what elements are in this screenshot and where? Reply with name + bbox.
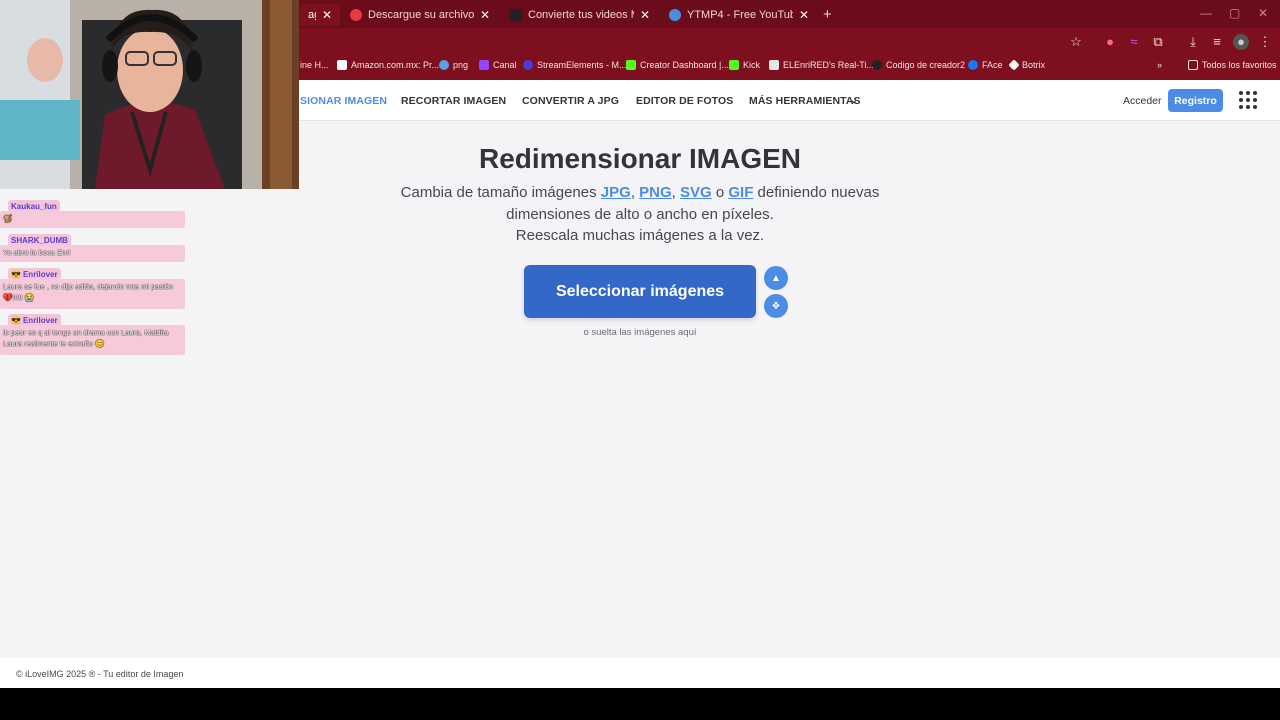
badge-icon: 😎	[11, 315, 21, 325]
close-icon[interactable]: ✕	[640, 8, 650, 22]
folder-icon	[1188, 60, 1198, 70]
chat-message: Laura se fue , no dijo adiós, dejando ro…	[0, 279, 185, 309]
format-link-jpg[interactable]: JPG	[601, 184, 631, 201]
download-icon[interactable]: ⤓	[1185, 34, 1201, 50]
reading-list-icon[interactable]: ≡	[1209, 34, 1225, 50]
taskbar	[0, 688, 1280, 720]
tab-descargue[interactable]: Descargue su archivo — Conve ✕	[342, 4, 498, 26]
badge-icon: 😎	[11, 269, 21, 279]
bookmark-item[interactable]: Canal	[479, 60, 517, 70]
tab-title: Descargue su archivo — Conve	[368, 9, 474, 21]
bookmark-item[interactable]: png	[439, 60, 468, 70]
close-icon[interactable]: ✕	[480, 8, 490, 22]
tab-active[interactable]: agen ✕	[300, 4, 340, 26]
profile-avatar[interactable]: ●	[1233, 34, 1249, 50]
select-images-button[interactable]: Seleccionar imágenes	[524, 265, 756, 318]
bookmark-item[interactable]: ine H...	[300, 60, 329, 70]
bookmark-item[interactable]: Kick	[729, 60, 760, 70]
bookmark-item[interactable]: ELEnriRED's Real-Ti...	[769, 60, 874, 70]
site-footer: © iLoveIMG 2025 ® - Tu editor de Imagen	[0, 658, 1280, 688]
menu-icon[interactable]: ⋮	[1257, 34, 1273, 50]
webcam-overlay	[0, 0, 299, 189]
nav-convertir-jpg[interactable]: CONVERTIR A JPG	[522, 95, 619, 107]
tab-ytmp4[interactable]: YTMP4 - Free YouTube to MP4 ✕	[661, 4, 817, 26]
facebook-icon	[968, 60, 978, 70]
nav-editor[interactable]: EDITOR DE FOTOS	[636, 95, 733, 107]
extension-badge-icon[interactable]: ●	[1102, 34, 1118, 50]
extensions-icon[interactable]: ⧉	[1150, 34, 1166, 50]
tab-title: agen	[308, 9, 316, 21]
login-link[interactable]: Acceder	[1123, 95, 1162, 107]
tab-favicon-icon	[510, 9, 522, 21]
nav-recortar[interactable]: RECORTAR IMAGEN	[401, 95, 506, 107]
chat-overlay: Kaukau_fun 🐒 SHARK_DUMB Yo abro la boca …	[0, 189, 186, 359]
bookmark-item[interactable]: Botrix	[1008, 59, 1045, 71]
link-icon	[872, 60, 882, 70]
dropbox-icon[interactable]: ❖	[764, 294, 788, 318]
register-button[interactable]: Registro	[1168, 89, 1223, 112]
chevron-down-icon[interactable]: ⌄	[850, 95, 858, 106]
all-favorites-folder[interactable]: Todos los favoritos	[1188, 60, 1277, 70]
maximize-icon[interactable]: ▢	[1229, 6, 1240, 20]
format-link-svg[interactable]: SVG	[680, 184, 712, 201]
close-icon[interactable]: ✕	[799, 8, 809, 22]
botrix-icon	[1008, 59, 1020, 71]
drop-hint: o suelta las imágenes aquí	[583, 327, 697, 338]
amazon-icon	[337, 60, 347, 70]
more-bookmarks-icon[interactable]: »	[1157, 60, 1162, 70]
chat-message: lo peor es q al tengo un drama con Laura…	[0, 325, 185, 355]
tab-convierte[interactable]: Convierte tus videos MP4 en GI ✕	[502, 4, 658, 26]
extension-twitch-icon[interactable]: ≈	[1126, 34, 1142, 50]
window-close-icon[interactable]: ✕	[1258, 6, 1268, 20]
tab-title: Convierte tus videos MP4 en GI	[528, 9, 634, 21]
new-tab-icon[interactable]: +	[823, 6, 832, 23]
kick-icon	[729, 60, 739, 70]
nav-redimensionar[interactable]: SIONAR IMAGEN	[300, 95, 387, 107]
bookmark-item[interactable]: StreamElements - M...	[523, 60, 627, 70]
chat-message: 🐒	[0, 211, 185, 228]
twitch-icon	[479, 60, 489, 70]
tab-favicon-icon	[669, 9, 681, 21]
bookmark-item[interactable]: Amazon.com.mx: Pr...	[337, 60, 439, 70]
google-drive-icon[interactable]: ▲	[764, 266, 788, 290]
footer-copyright: © iLoveIMG 2025 ® - Tu editor de Imagen	[16, 669, 184, 679]
bookmark-item[interactable]: FAce	[968, 60, 1003, 70]
streamelements-icon	[523, 60, 533, 70]
tab-favicon-icon	[350, 9, 362, 21]
tab-title: YTMP4 - Free YouTube to MP4	[687, 9, 793, 21]
nav-mas-herramientas[interactable]: MÁS HERRAMIENTAS	[749, 95, 861, 107]
bookmark-item[interactable]: Codigo de creador2	[872, 60, 965, 70]
png-icon	[439, 60, 449, 70]
apps-grid-icon[interactable]	[1239, 91, 1257, 109]
format-link-png[interactable]: PNG	[639, 184, 672, 201]
chart-icon	[769, 60, 779, 70]
page-subtitle: Cambia de tamaño imágenes JPG, PNG, SVG …	[400, 184, 880, 244]
kick-icon	[626, 60, 636, 70]
address-bar[interactable]	[300, 31, 1090, 53]
format-link-gif[interactable]: GIF	[728, 184, 753, 201]
star-icon[interactable]: ☆	[1068, 34, 1084, 50]
minimize-icon[interactable]: —	[1200, 6, 1212, 20]
webcam-image	[0, 0, 299, 189]
main-content: Redimensionar IMAGEN Cambia de tamaño im…	[0, 121, 1280, 658]
close-icon[interactable]: ✕	[322, 8, 332, 22]
chat-message: Yo abro la boca Enri	[0, 245, 185, 262]
bookmark-item[interactable]: Creator Dashboard |...	[626, 60, 729, 70]
